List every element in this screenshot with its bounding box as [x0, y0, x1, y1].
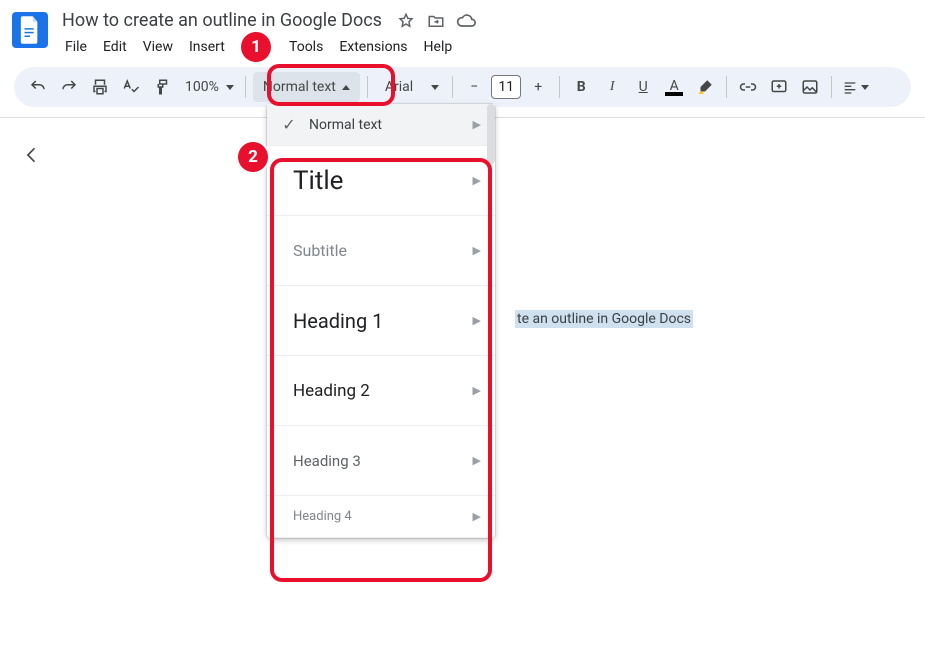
style-option-label: Heading 4 [293, 509, 352, 524]
dropdown-scrollbar[interactable] [487, 104, 495, 538]
cloud-status-icon[interactable] [456, 11, 476, 31]
submenu-arrow-icon: ▶ [473, 314, 481, 327]
menu-insert[interactable]: Insert [182, 35, 232, 59]
paragraph-styles-menu[interactable]: ✓Normal text▶Title▶Subtitle▶Heading 1▶He… [267, 104, 495, 538]
style-option-label: Title [293, 166, 343, 196]
star-icon[interactable] [396, 11, 416, 31]
style-option-label: Subtitle [293, 241, 347, 260]
separator [245, 76, 246, 98]
bold-button[interactable]: B [567, 73, 595, 101]
style-option[interactable]: Heading 4 ▶ [267, 496, 495, 538]
add-comment-button[interactable] [765, 73, 793, 101]
submenu-arrow-icon: ▶ [473, 244, 481, 257]
insert-image-button[interactable] [796, 73, 824, 101]
insert-link-button[interactable] [734, 73, 762, 101]
menu-view[interactable]: View [136, 35, 180, 59]
title-menu-area: How to create an outline in Google Docs … [58, 8, 913, 59]
move-folder-icon[interactable] [426, 11, 446, 31]
chevron-down-icon [431, 85, 439, 90]
separator [831, 76, 832, 98]
collapse-outline-button[interactable] [18, 141, 46, 169]
style-option[interactable]: Heading 1 ▶ [267, 286, 495, 356]
style-option[interactable]: ✓ Normal text ▶ [267, 104, 495, 146]
font-label: Arial [385, 79, 413, 95]
font-size-input[interactable]: 11 [491, 75, 521, 99]
undo-button[interactable] [24, 73, 52, 101]
text-color-button[interactable]: A [660, 73, 688, 101]
highlight-color-button[interactable] [691, 73, 719, 101]
style-option-label: Heading 1 [293, 309, 383, 333]
style-option-label: Normal text [309, 117, 382, 133]
paragraph-styles-dropdown[interactable]: Normal text [253, 72, 360, 102]
separator [452, 76, 453, 98]
header: How to create an outline in Google Docs … [0, 0, 925, 59]
style-option-label: Heading 2 [293, 381, 370, 401]
zoom-value: 100% [183, 79, 221, 95]
style-option[interactable]: Heading 3 ▶ [267, 426, 495, 496]
title-row: How to create an outline in Google Docs [58, 8, 913, 33]
menu-edit[interactable]: Edit [96, 35, 134, 59]
menu-tools[interactable]: Tools [282, 35, 330, 59]
menu-bar: File Edit View Insert at Tools Extension… [58, 35, 913, 59]
text-color-swatch [665, 92, 683, 96]
style-option[interactable]: Heading 2 ▶ [267, 356, 495, 426]
chevron-down-icon [861, 85, 869, 90]
redo-button[interactable] [55, 73, 83, 101]
underline-button[interactable]: U [629, 73, 657, 101]
scrollbar-thumb[interactable] [487, 104, 495, 164]
submenu-arrow-icon: ▶ [473, 118, 481, 131]
toolbar: 100% Normal text Arial − 11 + B I U A [14, 67, 911, 107]
font-family-dropdown[interactable]: Arial [375, 73, 445, 101]
annotation-badge-2: 2 [238, 142, 268, 172]
chevron-down-icon [226, 85, 234, 90]
submenu-arrow-icon: ▶ [473, 454, 481, 467]
document-title[interactable]: How to create an outline in Google Docs [58, 8, 386, 33]
annotation-badge-1: 1 [241, 32, 271, 62]
zoom-dropdown[interactable]: 100% [179, 73, 238, 101]
chevron-up-icon [342, 85, 350, 90]
print-button[interactable] [86, 73, 114, 101]
align-dropdown[interactable] [839, 73, 872, 101]
submenu-arrow-icon: ▶ [473, 174, 481, 187]
separator [559, 76, 560, 98]
menu-extensions[interactable]: Extensions [332, 35, 414, 59]
italic-button[interactable]: I [598, 73, 626, 101]
font-size-increase[interactable]: + [524, 73, 552, 101]
separator [726, 76, 727, 98]
spellcheck-button[interactable] [117, 73, 145, 101]
style-option[interactable]: Subtitle ▶ [267, 216, 495, 286]
docs-logo-icon[interactable] [12, 12, 48, 48]
document-selected-text: te an outline in Google Docs [515, 310, 693, 328]
style-option[interactable]: Title ▶ [267, 146, 495, 216]
paint-format-button[interactable] [148, 73, 176, 101]
style-option-label: Heading 3 [293, 452, 361, 470]
font-size-decrease[interactable]: − [460, 73, 488, 101]
checkmark-icon: ✓ [281, 115, 297, 134]
submenu-arrow-icon: ▶ [473, 510, 481, 523]
menu-file[interactable]: File [58, 35, 94, 59]
styles-label: Normal text [263, 79, 336, 95]
menu-help[interactable]: Help [417, 35, 460, 59]
submenu-arrow-icon: ▶ [473, 384, 481, 397]
separator [367, 76, 368, 98]
document-page[interactable] [128, 127, 868, 647]
